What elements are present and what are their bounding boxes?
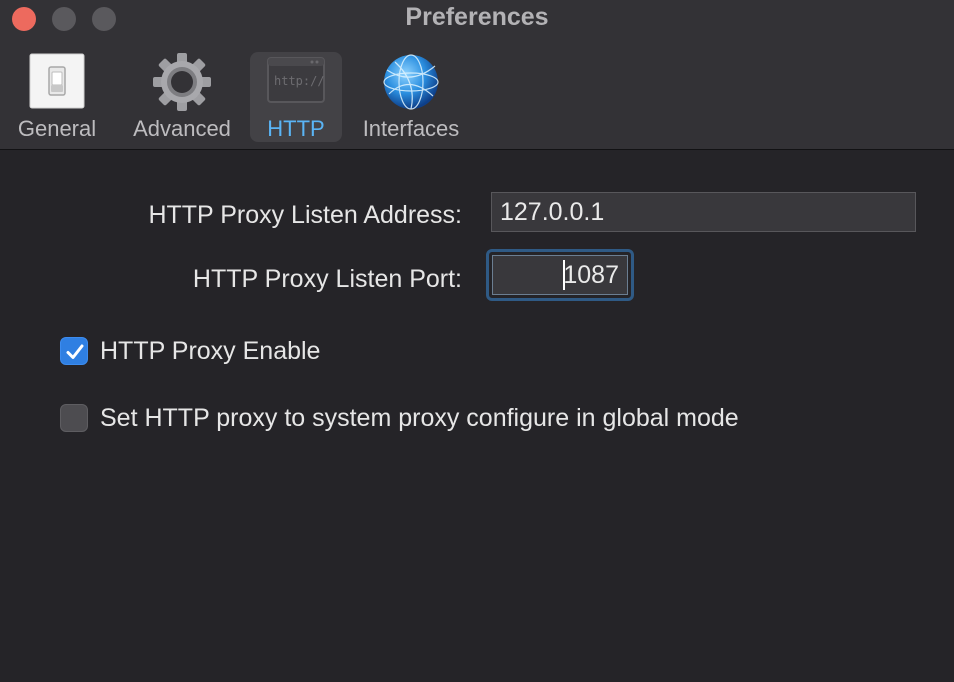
http-browser-icon: http:// <box>266 52 326 112</box>
network-globe-icon <box>381 52 441 112</box>
gear-icon <box>152 52 212 112</box>
checkmark-icon <box>66 344 84 359</box>
tab-advanced-label: Advanced <box>133 116 231 141</box>
proxy-port-label: HTTP Proxy Listen Port: <box>192 265 462 293</box>
window-title: Preferences <box>405 3 549 31</box>
tab-interfaces[interactable]: Interfaces <box>354 52 468 142</box>
text-caret <box>563 260 565 290</box>
proxy-address-label: HTTP Proxy Listen Address: <box>148 201 462 229</box>
proxy-port-focus-ring: 1087 <box>486 249 634 301</box>
tab-general[interactable]: General <box>12 52 102 142</box>
http-proxy-enable-label: HTTP Proxy Enable <box>100 337 321 365</box>
proxy-port-input[interactable]: 1087 <box>492 255 628 295</box>
tab-general-label: General <box>17 116 97 141</box>
system-proxy-checkbox[interactable] <box>60 404 88 432</box>
tab-advanced[interactable]: Advanced <box>126 52 238 142</box>
tab-interfaces-label: Interfaces <box>362 116 460 141</box>
http-proxy-enable-checkbox[interactable] <box>60 337 88 365</box>
proxy-address-input[interactable]: 127.0.0.1 <box>491 192 916 232</box>
system-proxy-label: Set HTTP proxy to system proxy configure… <box>100 404 739 432</box>
preferences-window: Preferences General Advanced http:// HTT… <box>0 0 954 682</box>
tab-http-label: HTTP <box>267 116 325 141</box>
light-switch-icon <box>27 52 87 112</box>
tab-http[interactable]: http:// HTTP <box>250 52 342 142</box>
svg-text:http://: http:// <box>274 74 325 88</box>
toolbar: Preferences General Advanced http:// HTT… <box>0 0 954 150</box>
